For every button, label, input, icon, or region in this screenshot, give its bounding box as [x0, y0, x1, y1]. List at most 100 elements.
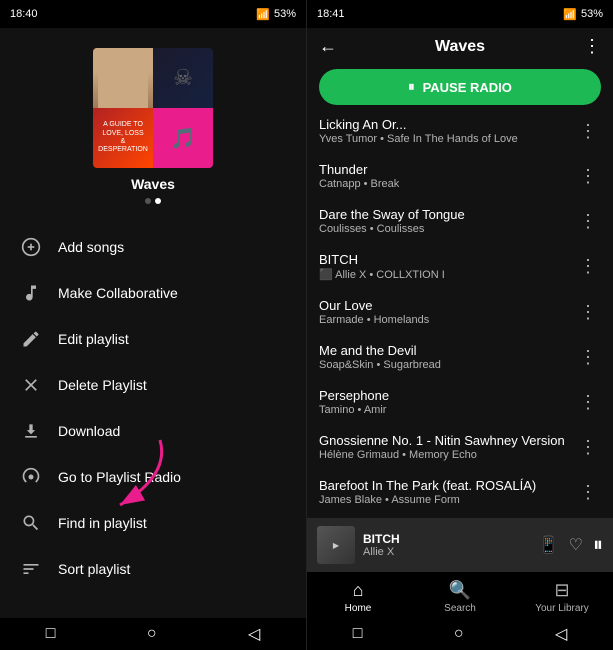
sort-playlist-label: Sort playlist [58, 561, 130, 577]
x-icon [20, 374, 42, 396]
track-sub-3: ⬛ Allie X • COLLXTION I [319, 268, 575, 281]
dot-1 [145, 198, 151, 204]
track-sub-8: James Blake • Assume Form [319, 494, 575, 506]
circle-btn[interactable]: ○ [147, 625, 157, 643]
track-more-6[interactable]: ⋮ [575, 392, 601, 413]
track-item-0[interactable]: Licking An Or... Yves Tumor • Safe In Th… [307, 109, 613, 154]
go-to-playlist-radio-label: Go to Playlist Radio [58, 469, 181, 485]
track-more-5[interactable]: ⋮ [575, 347, 601, 368]
now-playing-controls: 📱 ♡ ⏸ [539, 534, 603, 557]
left-panel: 18:40 📶 53% ☠ A GUIDE TOLOVE, LOSS& DESP… [0, 0, 306, 650]
track-name-7: Gnossienne No. 1 - Nitin Sawhney Version [319, 433, 575, 448]
track-item-5[interactable]: Me and the Devil Soap&Skin • Sugarbread … [307, 335, 613, 380]
square-btn[interactable]: □ [46, 625, 56, 643]
pause-play-icon[interactable]: ⏸ [593, 534, 603, 557]
time-left: 18:40 [10, 8, 38, 20]
art-cell-1 [93, 48, 153, 108]
track-name-8: Barefoot In The Park (feat. ROSALÍA) [319, 478, 575, 493]
track-item-8[interactable]: Barefoot In The Park (feat. ROSALÍA) Jam… [307, 470, 613, 515]
music-note-icon [20, 282, 42, 304]
circle-btn-right[interactable]: ○ [454, 625, 464, 643]
back-arrow-btn[interactable]: ← [319, 36, 337, 57]
right-header: ← Waves ⋮ [307, 28, 613, 65]
search-nav-icon: 🔍 [449, 580, 471, 601]
track-item-2[interactable]: Dare the Sway of Tongue Coulisses • Coul… [307, 199, 613, 244]
track-name-3: BITCH [319, 252, 575, 267]
nav-search[interactable]: 🔍 Search [409, 580, 511, 614]
download-label: Download [58, 423, 120, 439]
menu-item-sort-playlist[interactable]: Sort playlist [0, 546, 306, 592]
track-sub-2: Coulisses • Coulisses [319, 223, 575, 235]
menu-item-go-to-playlist-radio[interactable]: Go to Playlist Radio [0, 454, 306, 500]
search-icon [20, 512, 42, 534]
now-playing-artist: Allie X [363, 546, 531, 558]
library-label: Your Library [535, 603, 589, 614]
pencil-icon [20, 328, 42, 350]
track-more-8[interactable]: ⋮ [575, 482, 601, 503]
track-more-2[interactable]: ⋮ [575, 211, 601, 232]
pause-radio-label: PAUSE RADIO [423, 80, 512, 95]
track-name-6: Persephone [319, 388, 575, 403]
track-name-5: Me and the Devil [319, 343, 575, 358]
track-item-6[interactable]: Persephone Tamino • Amir ⋮ [307, 380, 613, 425]
track-list: Licking An Or... Yves Tumor • Safe In Th… [307, 109, 613, 518]
menu-icon [20, 558, 42, 580]
track-more-3[interactable]: ⋮ [575, 256, 601, 277]
track-sub-1: Catnapp • Break [319, 178, 575, 190]
track-item-4[interactable]: Our Love Earmade • Homelands ⋮ [307, 290, 613, 335]
plus-circle-icon [20, 236, 42, 258]
menu-item-delete-playlist[interactable]: Delete Playlist [0, 362, 306, 408]
menu-item-find-in-playlist[interactable]: Find in playlist [0, 500, 306, 546]
bottom-nav: ⌂ Home 🔍 Search ⊟ Your Library [307, 572, 613, 618]
search-label: Search [444, 603, 476, 614]
track-sub-5: Soap&Skin • Sugarbread [319, 359, 575, 371]
playlist-header: ☠ A GUIDE TOLOVE, LOSS& DESPERATION 🎵 Wa… [0, 28, 306, 214]
track-sub-0: Yves Tumor • Safe In The Hands of Love [319, 133, 575, 145]
track-item-7[interactable]: Gnossienne No. 1 - Nitin Sawhney Version… [307, 425, 613, 470]
sys-nav-left: □ ○ ◁ [0, 618, 306, 650]
menu-item-download[interactable]: Download [0, 408, 306, 454]
menu-item-add-songs[interactable]: Add songs [0, 224, 306, 270]
track-more-0[interactable]: ⋮ [575, 121, 601, 142]
right-header-title: Waves [337, 38, 583, 56]
art-cell-3: A GUIDE TOLOVE, LOSS& DESPERATION [93, 108, 153, 168]
track-sub-6: Tamino • Amir [319, 404, 575, 416]
track-more-4[interactable]: ⋮ [575, 302, 601, 323]
square-btn-right[interactable]: □ [353, 625, 363, 643]
track-item-1[interactable]: Thunder Catnapp • Break ⋮ [307, 154, 613, 199]
heart-icon[interactable]: ♡ [569, 535, 583, 555]
track-more-7[interactable]: ⋮ [575, 437, 601, 458]
cast-icon[interactable]: 📱 [539, 535, 559, 555]
right-panel: 18:41 📶 53% ← Waves ⋮ ⏸ PAUSE RADIO Lick… [306, 0, 613, 650]
track-more-1[interactable]: ⋮ [575, 166, 601, 187]
menu-item-make-collaborative[interactable]: Make Collaborative [0, 270, 306, 316]
playlist-art: ☠ A GUIDE TOLOVE, LOSS& DESPERATION 🎵 [93, 48, 213, 168]
status-bar-right: 18:41 📶 53% [307, 0, 613, 28]
menu-list: Add songs Make Collaborative Edit playli… [0, 214, 306, 618]
track-item-3[interactable]: BITCH ⬛ Allie X • COLLXTION I ⋮ [307, 244, 613, 290]
library-icon: ⊟ [554, 580, 569, 601]
add-songs-label: Add songs [58, 239, 124, 255]
art-cell-2: ☠ [153, 48, 213, 108]
track-sub-4: Earmade • Homelands [319, 314, 575, 326]
back-btn-right[interactable]: ◁ [555, 624, 567, 644]
more-options-btn[interactable]: ⋮ [583, 36, 601, 57]
now-playing-title: BITCH [363, 532, 531, 546]
home-icon: ⌂ [353, 580, 364, 601]
pause-radio-button[interactable]: ⏸ PAUSE RADIO [319, 69, 601, 105]
now-playing-art: ▶ [317, 526, 355, 564]
art-cell-4: 🎵 [153, 108, 213, 168]
nav-library[interactable]: ⊟ Your Library [511, 580, 613, 614]
track-name-1: Thunder [319, 162, 575, 177]
track-name-0: Licking An Or... [319, 117, 575, 132]
art-face [93, 48, 153, 108]
dot-2 [155, 198, 161, 204]
back-btn[interactable]: ◁ [248, 624, 260, 644]
menu-item-edit-playlist[interactable]: Edit playlist [0, 316, 306, 362]
nav-home[interactable]: ⌂ Home [307, 580, 409, 614]
edit-playlist-label: Edit playlist [58, 331, 129, 347]
dot-indicator [145, 198, 161, 204]
find-in-playlist-label: Find in playlist [58, 515, 147, 531]
now-playing-bar[interactable]: ▶ BITCH Allie X 📱 ♡ ⏸ [307, 518, 613, 572]
make-collaborative-label: Make Collaborative [58, 285, 178, 301]
